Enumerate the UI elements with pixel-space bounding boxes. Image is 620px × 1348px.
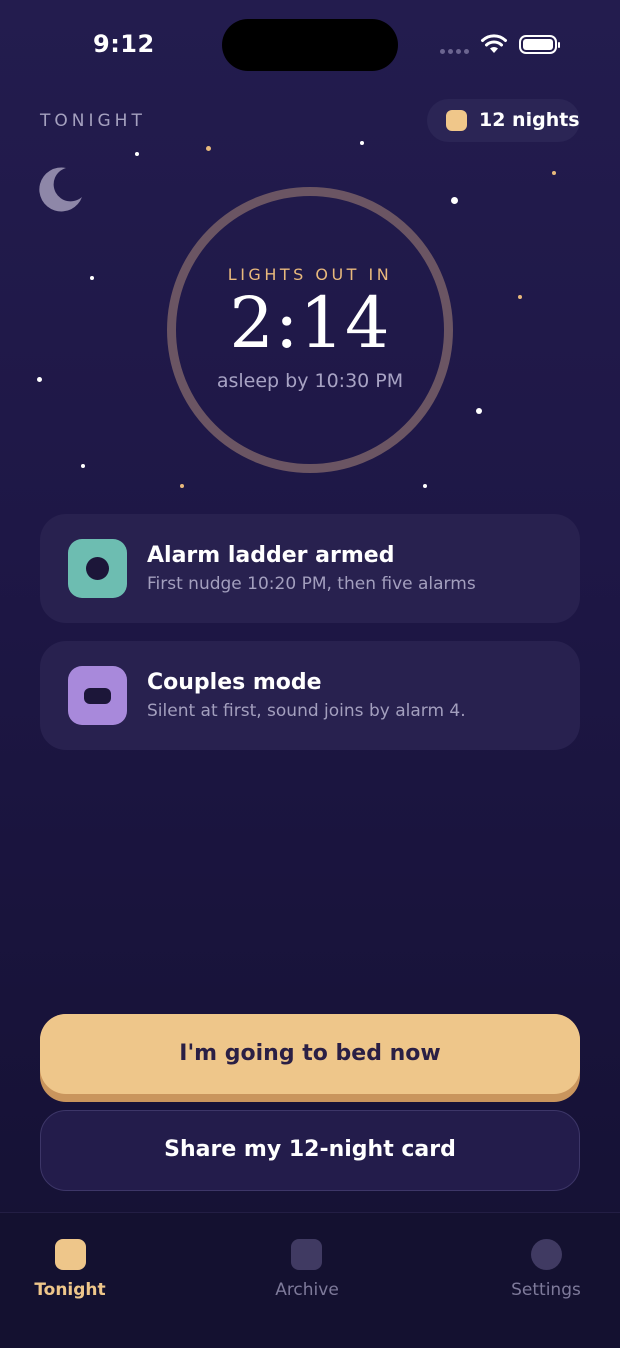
cellular-signal-icon: [440, 47, 472, 55]
going-to-bed-label: I'm going to bed now: [179, 1041, 441, 1066]
wifi-icon: [481, 34, 507, 53]
share-card-button[interactable]: Share my 12-night card: [40, 1110, 580, 1191]
tab-bar: Tonight Archive Settings: [0, 1212, 620, 1348]
card-subtitle: First nudge 10:20 PM, then five alarms: [147, 574, 476, 594]
tab-label: Tonight: [34, 1280, 106, 1300]
settings-icon: [531, 1239, 562, 1270]
countdown-time: 2:14: [229, 282, 391, 364]
card-subtitle: Silent at first, sound joins by alarm 4.: [147, 701, 466, 721]
countdown-subtext: asleep by 10:30 PM: [216, 370, 404, 392]
tab-label: Archive: [275, 1280, 339, 1300]
couples-mode-card[interactable]: Couples mode Silent at first, sound join…: [40, 641, 580, 750]
dynamic-island: [222, 19, 398, 71]
nights-count: 12 nights: [479, 109, 580, 131]
nights-streak-badge[interactable]: 12 nights: [427, 99, 580, 142]
couples-pill-icon: [68, 666, 127, 725]
going-to-bed-button[interactable]: I'm going to bed now: [40, 1014, 580, 1102]
tab-settings[interactable]: Settings: [476, 1213, 616, 1313]
tab-label: Settings: [511, 1280, 581, 1300]
tonight-icon: [55, 1239, 86, 1270]
card-title: Alarm ladder armed: [147, 543, 395, 568]
tab-archive[interactable]: Archive: [237, 1213, 377, 1313]
card-title: Couples mode: [147, 670, 322, 695]
tab-tonight[interactable]: Tonight: [0, 1213, 140, 1313]
alarm-ladder-card[interactable]: Alarm ladder armed First nudge 10:20 PM,…: [40, 514, 580, 623]
moon-icon: [39, 167, 82, 212]
status-time: 9:12: [93, 30, 155, 58]
page-title: TONIGHT: [40, 111, 146, 131]
battery-icon: [519, 35, 560, 54]
share-card-label: Share my 12-night card: [164, 1137, 456, 1162]
status-bar: 9:12: [0, 0, 620, 90]
archive-icon: [291, 1239, 322, 1270]
streak-swatch-icon: [446, 110, 467, 131]
alarm-dot-icon: [68, 539, 127, 598]
